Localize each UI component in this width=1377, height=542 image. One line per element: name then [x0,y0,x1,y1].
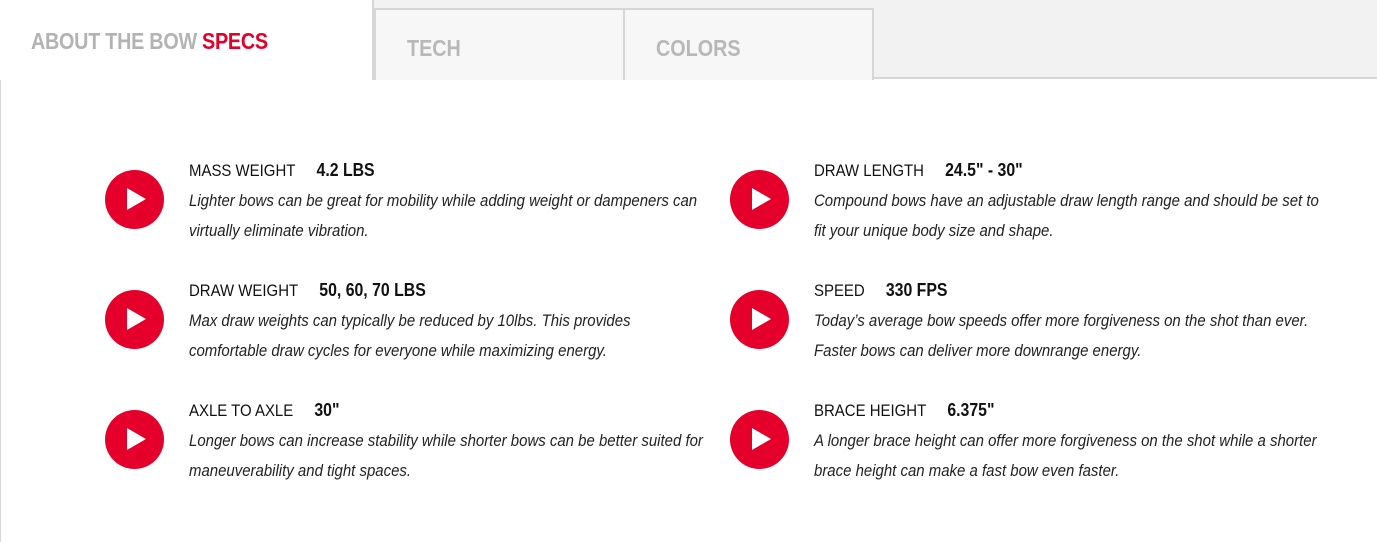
spec-draw-length: DRAW LENGTH 24.5" - 30" Compound bows hav… [730,160,1319,270]
spec-value: 24.5" - 30" [945,160,1023,180]
spec-description: Today’s average bow speeds offer more fo… [814,311,1309,360]
spec-description: Lighter bows can be great for mobility w… [189,191,698,240]
spec-value: 4.2 LBS [316,160,375,180]
spec-description: Max draw weights can typically be reduce… [189,311,631,360]
spec-name: DRAW WEIGHT [189,281,299,300]
spec-name: MASS WEIGHT [189,161,296,180]
tab-about-the-bow-specs[interactable]: ABOUT THE BOW SPECS [0,0,374,80]
tab-colors[interactable]: COLORS [623,8,874,80]
spec-mass-weight: MASS WEIGHT 4.2 LBS Lighter bows can be g… [105,160,697,270]
specs-label: SPECS [202,28,268,54]
tab-colors-label: COLORS [656,35,741,61]
spec-axle-to-axle: AXLE TO AXLE 30" Longer bows can increase… [105,400,703,510]
play-icon[interactable] [730,410,789,469]
spec-value: 330 FPS [885,280,948,300]
tab-tech-label: TECH [407,35,461,61]
panel-left-border [0,0,1,542]
bow-specs-panel: ABOUT THE BOW SPECS TECH COLORS MASS WEIG… [0,0,1377,542]
play-icon[interactable] [105,170,164,229]
spec-name: DRAW LENGTH [814,161,924,180]
play-icon[interactable] [105,290,164,349]
about-the-bow-label: ABOUT THE BOW [31,28,197,54]
spec-name: BRACE HEIGHT [814,401,927,420]
play-icon[interactable] [730,170,789,229]
spec-description: A longer brace height can offer more for… [814,431,1317,480]
spec-name: SPEED [814,281,865,300]
spec-value: 6.375" [947,400,995,420]
spec-speed: SPEED 330 FPS Today’s average bow speeds … [730,280,1308,390]
spec-draw-weight: DRAW WEIGHT 50, 60, 70 LBS Max draw weigh… [105,280,665,390]
spec-brace-height: BRACE HEIGHT 6.375" A longer brace height… [730,400,1317,510]
play-icon[interactable] [730,290,789,349]
spec-value: 30" [314,400,340,420]
spec-name: AXLE TO AXLE [189,401,294,420]
tab-tech[interactable]: TECH [374,8,625,80]
spec-description: Compound bows have an adjustable draw le… [814,191,1319,240]
spec-description: Longer bows can increase stability while… [189,431,703,480]
active-tab-title: ABOUT THE BOW SPECS [31,28,268,55]
play-icon[interactable] [105,410,164,469]
spec-value: 50, 60, 70 LBS [319,280,426,300]
